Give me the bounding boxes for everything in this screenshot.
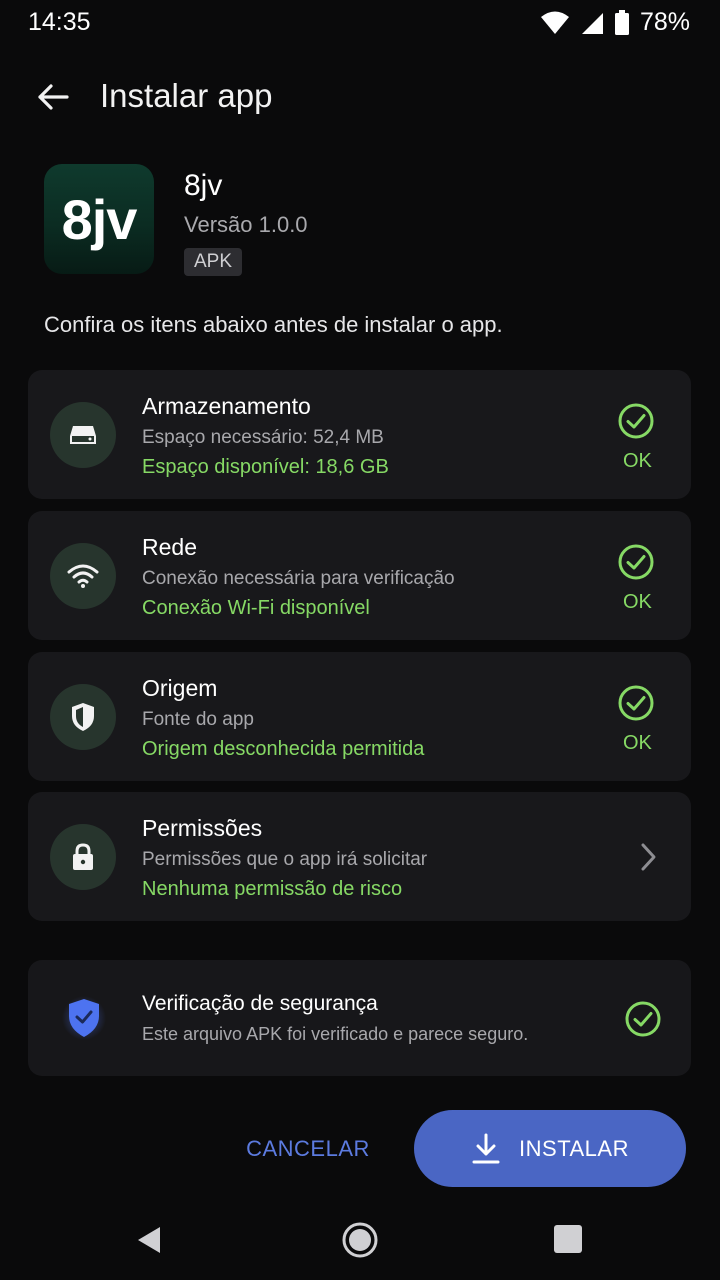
install-button[interactable]: INSTALAR xyxy=(414,1110,686,1187)
chevron-right-icon[interactable] xyxy=(636,840,660,874)
security-card: Verificação de segurança Este arquivo AP… xyxy=(28,960,691,1076)
security-subtitle: Este arquivo APK foi verificado e parece… xyxy=(142,1024,529,1044)
check-title: Permissões xyxy=(142,815,263,841)
app-icon: 8jv xyxy=(44,164,154,274)
status-time: 14:35 xyxy=(28,8,91,36)
navigation-bar xyxy=(0,1200,720,1280)
download-icon xyxy=(472,1133,500,1163)
app-bar: Instalar app xyxy=(0,62,720,132)
check-subtitle: Conexão necessária para verificação xyxy=(142,568,455,589)
shield-icon xyxy=(50,684,116,750)
app-version: Versão 1.0.0 xyxy=(184,212,308,237)
check-result: OK xyxy=(623,450,652,472)
check-status: Nenhuma permissão de risco xyxy=(142,878,403,900)
check-card-origin: Origem Fonte do app Origem desconhecida … xyxy=(28,652,691,781)
app-name: 8jv xyxy=(184,169,223,202)
app-info: 8jv 8jv Versão 1.0.0 APK xyxy=(44,164,684,279)
page-title: Instalar app xyxy=(100,77,273,114)
intro-text: Confira os itens abaixo antes de instala… xyxy=(44,312,503,337)
status-bar: 14:35 78% xyxy=(0,0,720,46)
check-circle-icon xyxy=(618,544,654,580)
cell-signal-icon xyxy=(581,12,603,34)
security-title: Verificação de segurança xyxy=(142,992,378,1015)
check-circle-icon xyxy=(618,685,654,721)
check-result: OK xyxy=(623,732,652,754)
nav-recents-icon[interactable] xyxy=(554,1225,582,1253)
battery-percent: 78% xyxy=(639,8,690,36)
check-title: Rede xyxy=(142,534,197,560)
check-card-storage: Armazenamento Espaço necessário: 52,4 MB… xyxy=(28,370,691,499)
battery-icon xyxy=(614,9,629,35)
wifi-icon xyxy=(50,543,116,609)
check-result: OK xyxy=(623,591,652,613)
security-shield-icon xyxy=(62,996,106,1040)
check-subtitle: Fonte do app xyxy=(142,709,254,730)
check-circle-icon xyxy=(618,403,654,439)
arrow-left-icon xyxy=(38,84,69,110)
apk-badge: APK xyxy=(184,248,243,276)
nav-back-icon[interactable] xyxy=(132,1222,168,1258)
check-subtitle: Permissões que o app irá solicitar xyxy=(142,849,428,870)
check-card-permissions[interactable]: Permissões Permissões que o app irá soli… xyxy=(28,792,691,921)
cancel-button[interactable]: CANCELAR xyxy=(230,1116,386,1182)
check-circle-icon xyxy=(625,1001,661,1037)
check-subtitle: Espaço necessário: 52,4 MB xyxy=(142,427,384,448)
check-status: Origem desconhecida permitida xyxy=(142,738,425,760)
wifi-status-icon xyxy=(540,11,569,34)
install-label: INSTALAR xyxy=(519,1135,629,1161)
check-title: Origem xyxy=(142,675,218,701)
check-title: Armazenamento xyxy=(142,393,311,419)
lock-icon xyxy=(50,824,116,890)
check-card-network: Rede Conexão necessária para verificação… xyxy=(28,511,691,640)
check-status: Espaço disponível: 18,6 GB xyxy=(142,456,389,478)
storage-icon xyxy=(50,402,116,468)
status-icons: 78% xyxy=(540,8,690,37)
nav-home-icon[interactable] xyxy=(340,1220,380,1260)
back-button[interactable] xyxy=(30,74,76,120)
check-status: Conexão Wi-Fi disponível xyxy=(142,597,370,619)
